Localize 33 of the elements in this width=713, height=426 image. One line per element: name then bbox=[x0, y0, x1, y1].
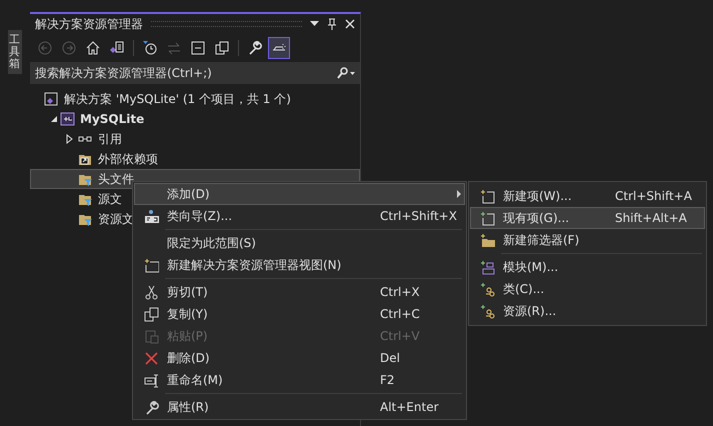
menu-label: 删除(D) bbox=[167, 350, 211, 367]
shortcut-label: Ctrl+C bbox=[380, 306, 421, 323]
menu-label: 新建筛选器(F) bbox=[503, 232, 580, 249]
menu-label: 模块(M)... bbox=[503, 259, 560, 276]
menu-label: 重命名(M) bbox=[167, 372, 224, 389]
menu-label: 新建项(W)... bbox=[503, 188, 573, 205]
menu-label: 新建解决方案资源管理器视图(N) bbox=[167, 257, 342, 274]
shortcut-label: Ctrl+Shift+A bbox=[615, 188, 693, 205]
menu-label: 类(C)... bbox=[503, 281, 546, 298]
shortcut-label: Del bbox=[380, 350, 401, 367]
menu-label: 添加(D) bbox=[167, 186, 211, 203]
menu-label: 限定为此范围(S) bbox=[167, 235, 257, 252]
tree-label: 引用 bbox=[98, 131, 122, 148]
tree-label: MySQLite bbox=[80, 111, 144, 128]
menu-label: 类向导(Z)... bbox=[167, 208, 234, 225]
tree-label: 源文 bbox=[98, 191, 122, 208]
shortcut-label: F2 bbox=[380, 372, 396, 389]
shortcut-label: Ctrl+X bbox=[380, 284, 421, 301]
shortcut-label: Alt+Enter bbox=[380, 399, 440, 416]
panel-title: 解决方案资源管理器 bbox=[35, 16, 143, 33]
shortcut-label: Ctrl+V bbox=[380, 328, 421, 345]
menu-label: 资源(R)... bbox=[503, 303, 558, 320]
tree-label: 解决方案 'MySQLite' (1 个项目，共 1 个) bbox=[64, 91, 291, 108]
menu-label: 复制(Y) bbox=[167, 306, 209, 323]
tree-label: 资源文 bbox=[98, 211, 134, 228]
menu-label: 粘贴(P) bbox=[167, 328, 209, 345]
menu-label: 现有项(G)... bbox=[503, 210, 570, 227]
tree-label: 外部依赖项 bbox=[98, 151, 158, 168]
menu-label: 属性(R) bbox=[167, 399, 210, 416]
tree-label: 头文件 bbox=[98, 171, 134, 188]
menu-label: 剪切(T) bbox=[167, 284, 209, 301]
shortcut-label: Shift+Alt+A bbox=[615, 210, 688, 227]
shortcut-label: Ctrl+Shift+X bbox=[380, 208, 458, 225]
